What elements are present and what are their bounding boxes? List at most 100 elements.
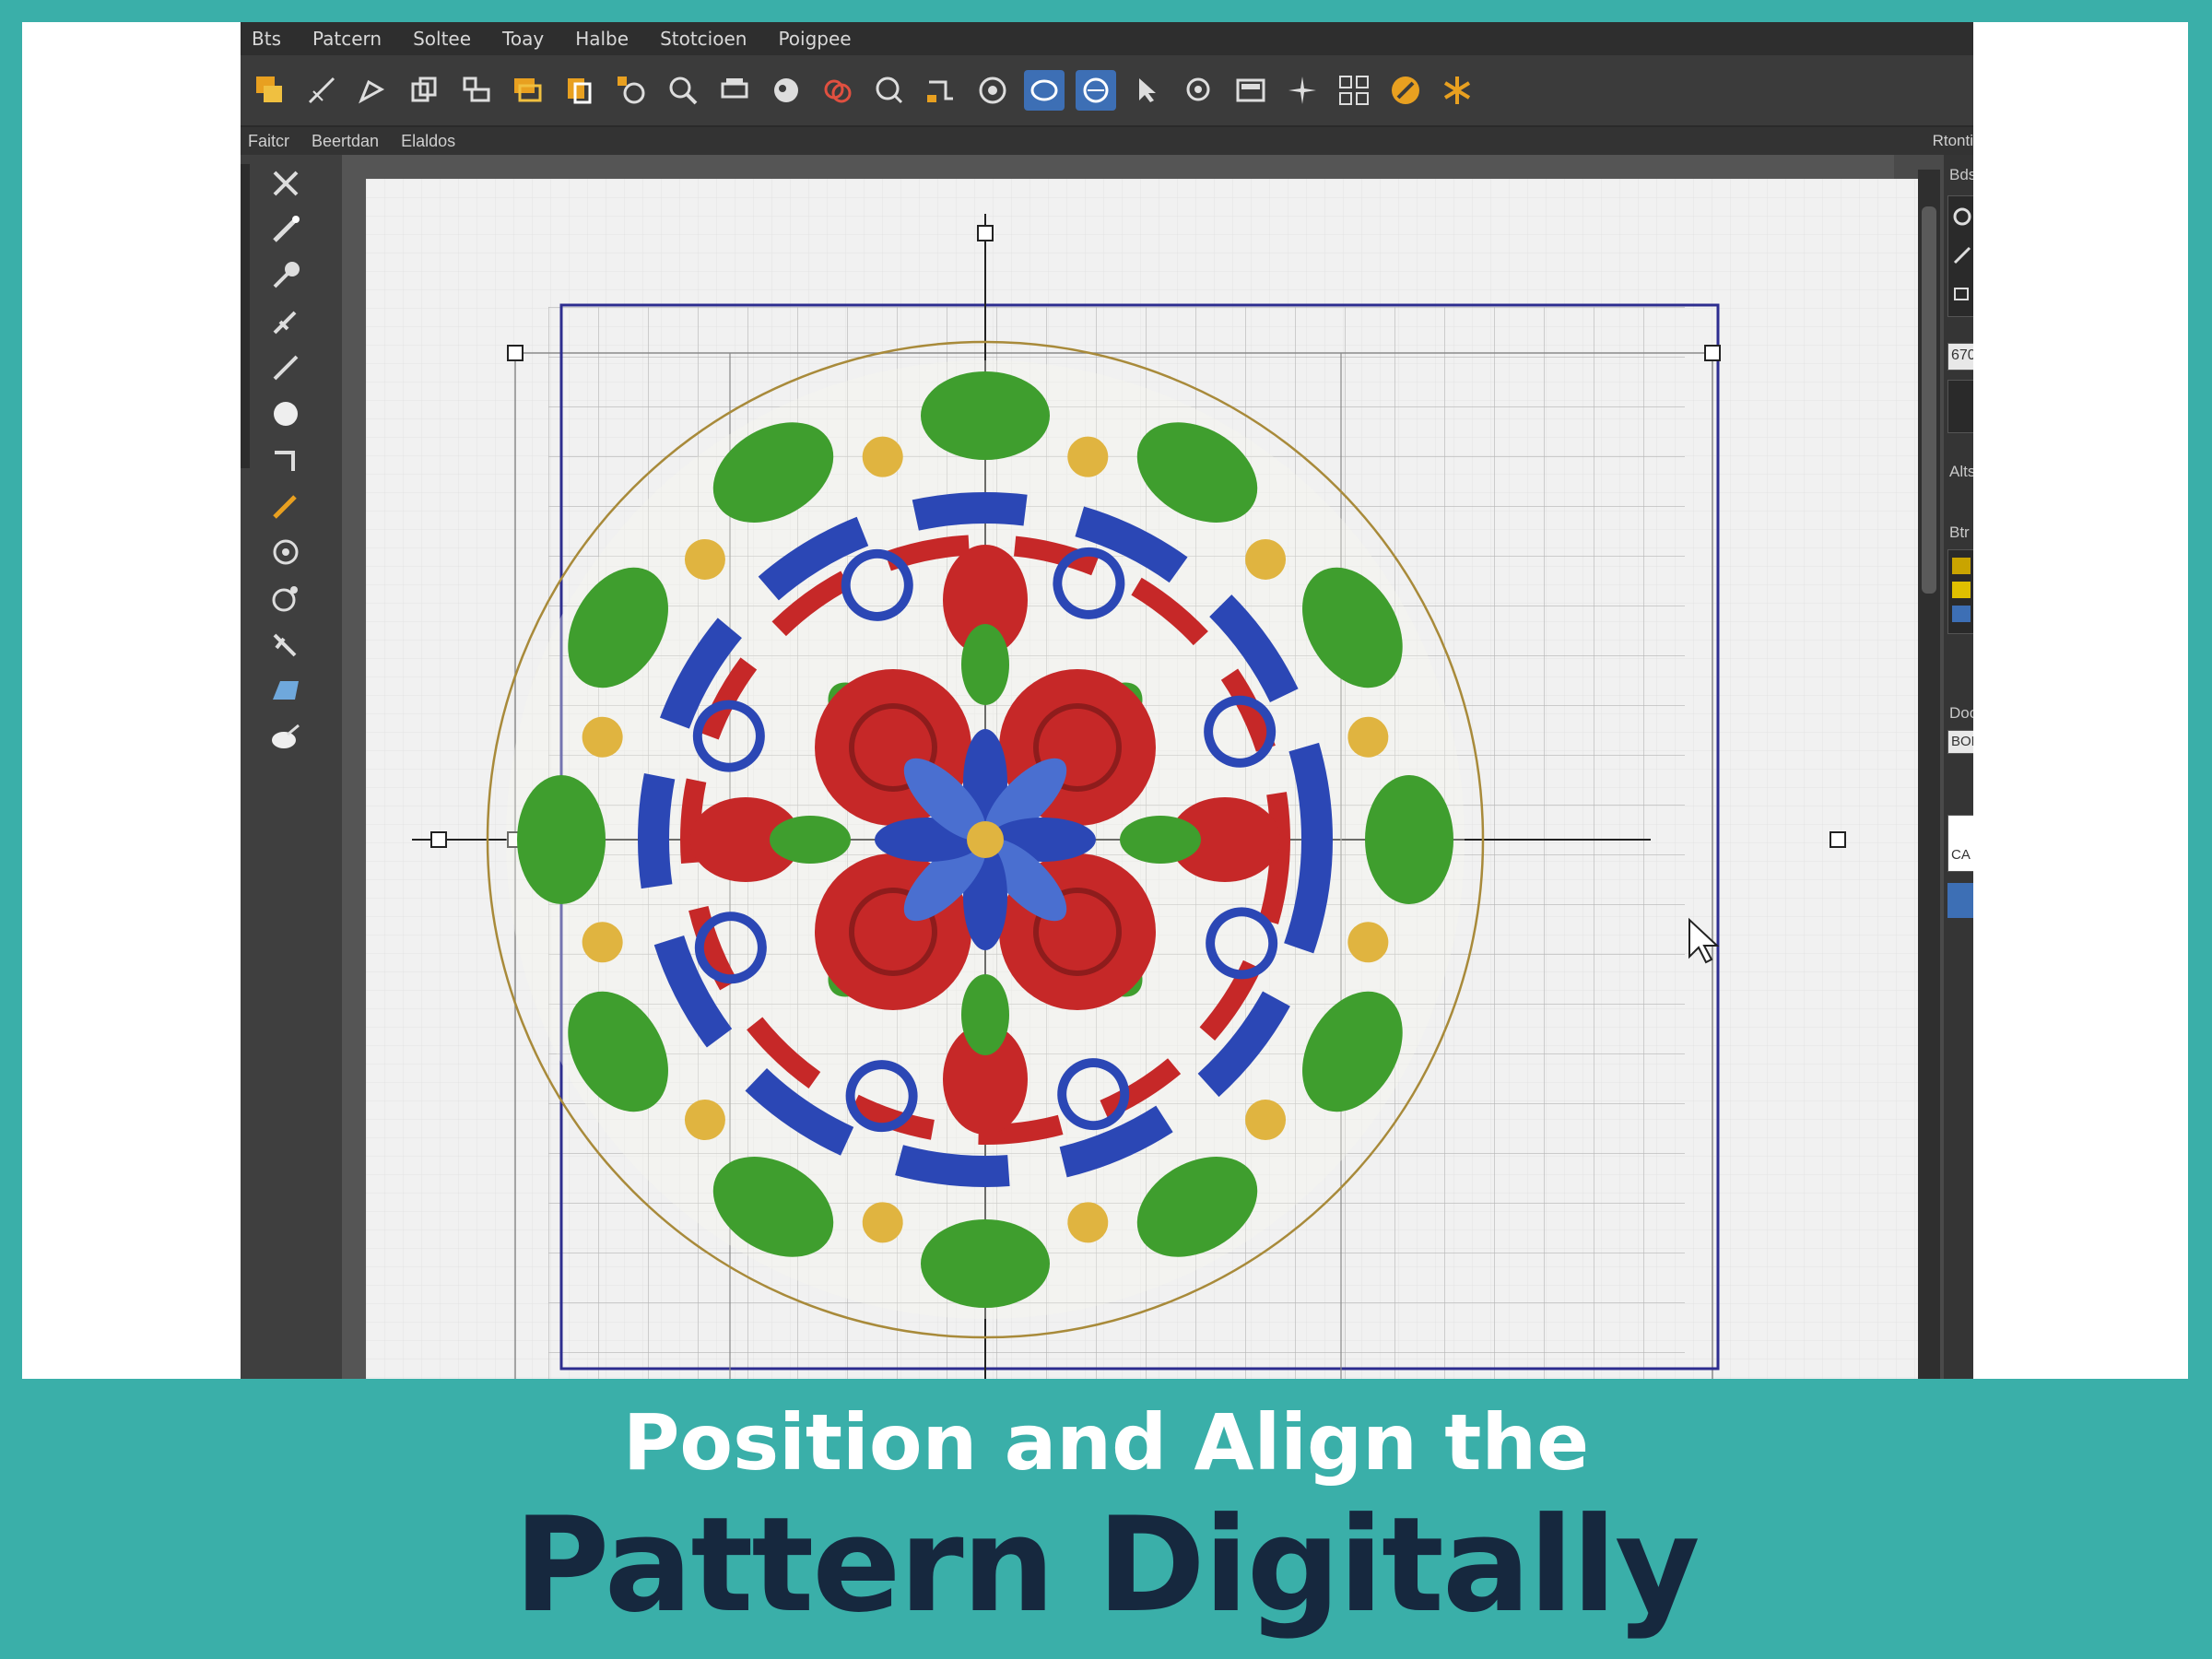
rotate-tool[interactable] <box>261 531 311 573</box>
menu-stotcioen[interactable]: Stotcioen <box>660 28 747 50</box>
sparkle-icon <box>1288 76 1316 104</box>
panel-tool-group <box>1947 195 1973 317</box>
menu-soltee[interactable]: Soltee <box>413 28 471 50</box>
ellipse-tool[interactable] <box>261 393 311 435</box>
dropper-tool[interactable] <box>261 254 311 297</box>
caption-line-2: Pattern Digitally <box>513 1489 1700 1641</box>
canvas-vertical-scrollbar[interactable] <box>1918 170 1940 1379</box>
subbar-item-faitcr[interactable]: Faitcr <box>248 132 289 151</box>
layers-button[interactable] <box>250 70 290 111</box>
panel-apply-button[interactable] <box>1947 883 1973 918</box>
subbar-item-beertdan[interactable]: Beertdan <box>312 132 379 151</box>
copy-shape-button[interactable] <box>405 70 445 111</box>
circle-node-icon <box>272 586 298 612</box>
menu-poigpee[interactable]: Poigpee <box>778 28 851 50</box>
rotate-icon <box>273 539 299 565</box>
center-button[interactable] <box>1076 70 1116 111</box>
pencil-button[interactable] <box>1385 70 1426 111</box>
handle-top-right[interactable] <box>1704 345 1721 361</box>
select-button[interactable] <box>1127 70 1168 111</box>
globe-icon <box>774 78 798 102</box>
panel-thread-swatches[interactable] <box>1947 549 1973 634</box>
panel-label-alts: Alts <box>1949 463 1973 480</box>
menu-bar: Bts Patcern Soltee Toay Halbe Stotcioen … <box>241 22 1973 55</box>
pen-tool[interactable] <box>261 300 311 343</box>
stack-button[interactable] <box>508 70 548 111</box>
menu-bts[interactable]: Bts <box>252 28 281 50</box>
stack-icon <box>514 78 542 102</box>
search-shape-button[interactable] <box>869 70 910 111</box>
embroidery-mandala[interactable] <box>506 360 1465 1319</box>
properties-panel: Bds 670 Alts Btr Doorp BOD CA <box>1944 155 1973 1379</box>
asterisk-button[interactable] <box>1437 70 1477 111</box>
panel-doc-button-label: CA <box>1951 847 1971 863</box>
canvas-scroll-thumb[interactable] <box>1922 206 1936 594</box>
menu-halbe[interactable]: Halbe <box>575 28 629 50</box>
grid-button[interactable] <box>1334 70 1374 111</box>
panel-value-field[interactable]: 670 <box>1947 343 1973 371</box>
caption-line-1: Position and Align the <box>622 1397 1590 1488</box>
crop-tool[interactable] <box>261 439 311 481</box>
asterisk-icon <box>1443 76 1471 104</box>
handle-left[interactable] <box>430 831 447 848</box>
panel-doc-button[interactable]: CA <box>1947 815 1973 872</box>
panel-label-btr: Btr <box>1949 524 1970 541</box>
sparkle-button[interactable] <box>1282 70 1323 111</box>
panel-doc-field[interactable]: BOD <box>1947 730 1973 754</box>
group-icon <box>568 78 592 104</box>
magic-tool[interactable] <box>261 623 311 665</box>
search-shape-icon <box>876 76 903 104</box>
screenshot-frame: Bts Patcern Soltee Toay Halbe Stotcioen … <box>22 22 2188 1379</box>
canvas-area <box>342 155 1918 1379</box>
globe-button[interactable] <box>766 70 806 111</box>
ellipse-icon <box>274 402 298 426</box>
menu-toay[interactable]: Toay <box>502 28 544 50</box>
panel-label-bds: Bds <box>1949 166 1973 183</box>
node-button[interactable] <box>611 70 652 111</box>
zoom-button[interactable] <box>663 70 703 111</box>
frame-button[interactable] <box>1230 70 1271 111</box>
target-button[interactable] <box>972 70 1013 111</box>
target-icon <box>979 76 1006 104</box>
main-toolbar <box>241 55 1973 127</box>
thread-swatch-yellow[interactable] <box>1952 582 1971 598</box>
shape-edit-button[interactable] <box>353 70 394 111</box>
brush-icon <box>273 216 300 242</box>
thread-swatch-gold[interactable] <box>1952 558 1971 574</box>
sub-toolbar: Faitcr Beertdan Elaldos Rtonti <box>241 127 1973 155</box>
line-tool[interactable] <box>261 347 311 389</box>
eraser-tool[interactable] <box>261 715 311 758</box>
print-button[interactable] <box>714 70 755 111</box>
tool-palette-scrollbar[interactable] <box>241 164 250 468</box>
design-workspace[interactable] <box>366 179 1918 1379</box>
circle-node-tool[interactable] <box>261 577 311 619</box>
cut-tool[interactable] <box>261 162 311 205</box>
pen-icon <box>273 311 297 335</box>
blue-center-flower <box>875 729 1096 950</box>
center-icon <box>1083 77 1109 103</box>
align-button[interactable] <box>456 70 497 111</box>
design-canvas[interactable] <box>366 179 1918 1379</box>
stitch-pen-icon <box>273 495 297 519</box>
fill-tool[interactable] <box>261 669 311 712</box>
handle-top-left[interactable] <box>507 345 524 361</box>
rotate-small-icon <box>1953 207 1971 226</box>
embroidery-app-window: Bts Patcern Soltee Toay Halbe Stotcioen … <box>241 22 1973 1379</box>
color-button[interactable] <box>818 70 858 111</box>
thread-swatch-blue[interactable] <box>1952 606 1971 622</box>
zoom-region-button[interactable] <box>1179 70 1219 111</box>
menu-pattern[interactable]: Patcern <box>312 28 382 50</box>
cursor-icon <box>1139 78 1156 102</box>
subbar-right-label: Rtonti <box>1932 132 1973 149</box>
needle-button[interactable] <box>301 70 342 111</box>
group-button[interactable] <box>559 70 600 111</box>
subbar-item-elaldos[interactable]: Elaldos <box>401 132 455 151</box>
handle-top[interactable] <box>977 225 994 241</box>
scissors-icon <box>273 171 299 196</box>
hoop-button[interactable] <box>1024 70 1065 111</box>
brush-tool[interactable] <box>261 208 311 251</box>
path-button[interactable] <box>921 70 961 111</box>
panel-swatch-group[interactable] <box>1947 380 1973 433</box>
handle-right[interactable] <box>1830 831 1846 848</box>
stitch-tool[interactable] <box>261 485 311 527</box>
